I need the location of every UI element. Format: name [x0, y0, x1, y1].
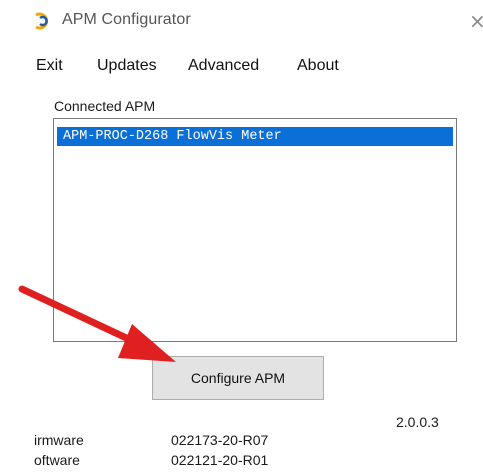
apm-logo-icon [35, 12, 49, 30]
menu-advanced[interactable]: Advanced [188, 57, 259, 75]
menu-bar: Exit Updates Advanced About [0, 52, 483, 82]
connected-apm-list[interactable]: APM-PROC-D268 FlowVis Meter [53, 118, 457, 342]
firmware-label: irmware [34, 432, 84, 448]
close-icon[interactable]: × [469, 9, 483, 33]
window-title: APM Configurator [62, 11, 191, 28]
configure-apm-button[interactable]: Configure APM [152, 356, 324, 400]
connected-apm-label: Connected APM [54, 98, 156, 114]
firmware-value: 022173-20-R07 [171, 432, 269, 448]
menu-about[interactable]: About [297, 57, 339, 75]
version-label: 2.0.0.3 [396, 414, 439, 430]
menu-updates[interactable]: Updates [97, 57, 157, 75]
software-label: oftware [34, 452, 80, 468]
software-value: 022121-20-R01 [171, 452, 269, 468]
list-item-selected[interactable]: APM-PROC-D268 FlowVis Meter [57, 127, 453, 146]
title-bar: APM Configurator × [0, 0, 483, 44]
menu-exit[interactable]: Exit [36, 57, 63, 75]
